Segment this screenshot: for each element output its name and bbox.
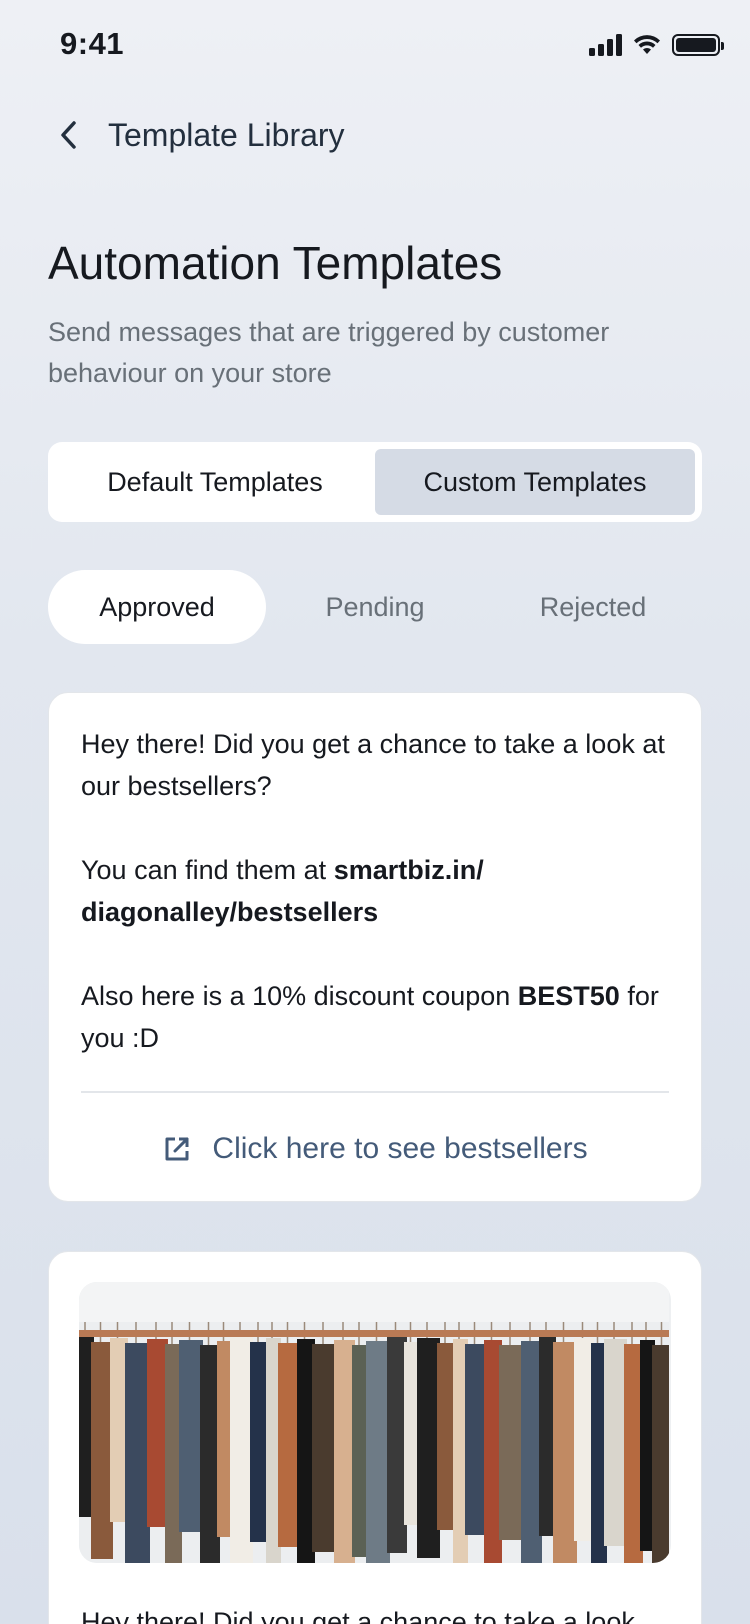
garment <box>125 1343 150 1563</box>
garment <box>278 1343 300 1547</box>
garment <box>91 1342 113 1559</box>
segment-custom-templates[interactable]: Custom Templates <box>375 449 695 515</box>
message-text: Also here is a 10% discount coupon <box>81 981 518 1011</box>
status-icons <box>589 33 724 57</box>
garment <box>652 1345 671 1563</box>
chevron-left-icon[interactable] <box>48 115 88 155</box>
template-card[interactable]: Hey there! Did you get a chance to take … <box>48 692 702 1202</box>
message-line: Hey there! Did you get a chance to take … <box>81 1607 635 1624</box>
garment <box>417 1338 440 1558</box>
cellular-signal-icon <box>589 34 622 56</box>
status-bar: 9:41 <box>0 0 750 90</box>
template-type-segmented-control: Default Templates Custom Templates <box>48 442 702 522</box>
garment <box>553 1342 577 1563</box>
page-title: Automation Templates <box>48 237 503 289</box>
garment <box>366 1341 390 1563</box>
garment <box>465 1344 487 1535</box>
segment-default-templates[interactable]: Default Templates <box>55 449 375 515</box>
template-message: Hey there! Did you get a chance to take … <box>49 693 701 1059</box>
garment <box>147 1339 168 1527</box>
garment <box>312 1344 337 1552</box>
garment <box>604 1339 627 1546</box>
garment <box>499 1345 524 1540</box>
back-link-label[interactable]: Template Library <box>108 117 345 154</box>
template-card[interactable]: Hey there! Did you get a chance to take … <box>48 1251 702 1624</box>
page-subtitle: Send messages that are triggered by cust… <box>48 317 610 388</box>
see-bestsellers-button[interactable]: Click here to see bestsellers <box>49 1093 701 1205</box>
external-link-icon <box>165 1137 189 1161</box>
filter-pending[interactable]: Pending <box>266 570 484 644</box>
nav-header: Template Library <box>48 115 345 155</box>
message-line: Hey there! Did you get a chance to take … <box>81 729 665 801</box>
filter-rejected[interactable]: Rejected <box>484 570 702 644</box>
status-time: 9:41 <box>60 26 125 61</box>
template-message: Hey there! Did you get a chance to take … <box>49 1563 701 1624</box>
coupon-code: BEST50 <box>517 981 620 1011</box>
garment <box>230 1337 253 1563</box>
garment <box>521 1341 542 1563</box>
filter-approved[interactable]: Approved <box>48 570 266 644</box>
message-line: You can find them at smartbiz.in/ diagon… <box>81 849 669 933</box>
clothing-rack-image <box>79 1282 671 1563</box>
cta-label: Click here to see bestsellers <box>212 1132 588 1165</box>
message-line: Also here is a 10% discount coupon BEST5… <box>81 975 669 1059</box>
battery-icon <box>672 34 724 56</box>
message-text: You can find them at <box>81 855 334 885</box>
status-filter-tabs: Approved Pending Rejected <box>48 570 702 644</box>
wifi-icon <box>634 35 660 54</box>
garment <box>179 1340 203 1532</box>
garment <box>334 1340 355 1563</box>
